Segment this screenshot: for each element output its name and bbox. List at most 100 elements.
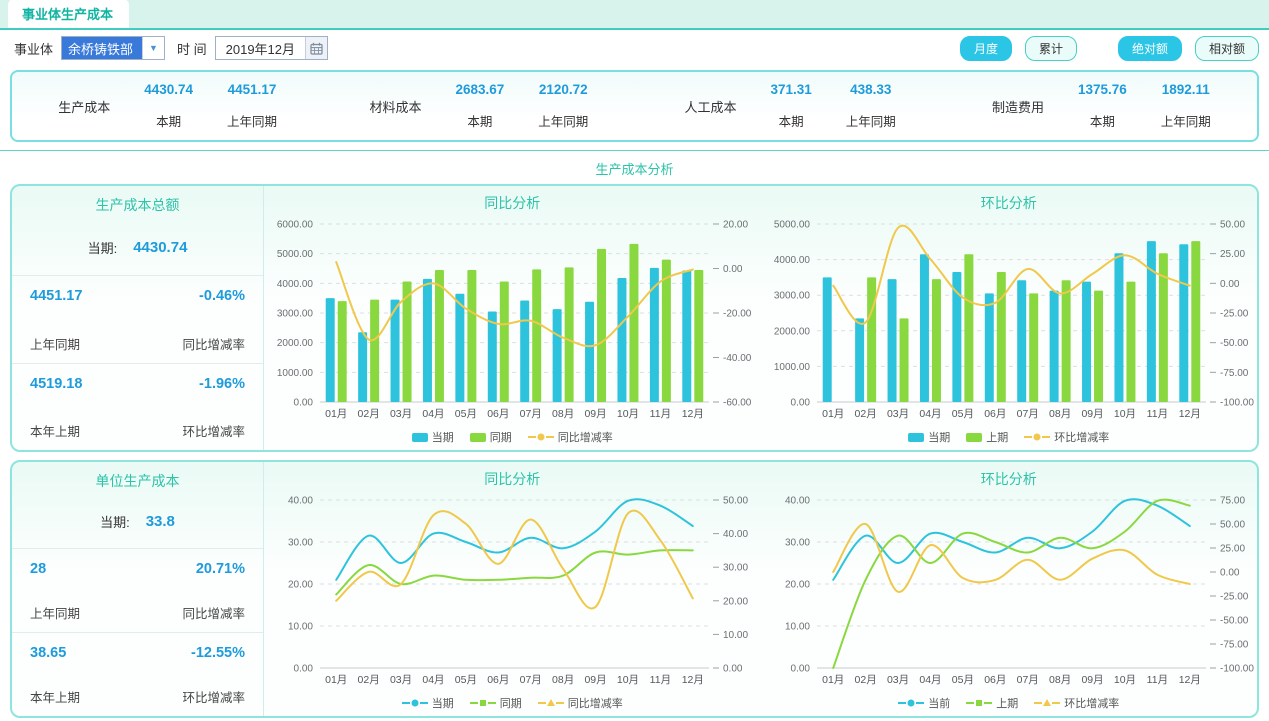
svg-text:20.00: 20.00 xyxy=(784,580,809,591)
svg-text:5000.00: 5000.00 xyxy=(277,249,314,260)
legend-item[interactable]: 同期 xyxy=(470,429,512,445)
svg-text:04月: 04月 xyxy=(919,674,941,686)
svg-text:08月: 08月 xyxy=(552,674,574,686)
unit-cost-card: 单位生产成本 当期: 33.8 28上年同期 20.71%同比增减率 38.65… xyxy=(12,462,264,716)
svg-text:0.00: 0.00 xyxy=(294,398,314,409)
legend-item[interactable]: 环比增减率 xyxy=(1024,429,1109,445)
business-unit-select[interactable]: 余桥铸铁部 ▼ xyxy=(61,36,165,60)
business-unit-label: 事业体 xyxy=(14,39,53,58)
current-period-value: 4430.74 xyxy=(133,239,187,256)
metric-current-value: 1375.76 xyxy=(1078,82,1127,97)
svg-text:02月: 02月 xyxy=(854,674,876,686)
svg-text:-50.00: -50.00 xyxy=(1220,616,1249,627)
svg-text:3000.00: 3000.00 xyxy=(277,309,314,320)
yoy-rate-label: 同比增减率 xyxy=(182,334,245,353)
svg-text:08月: 08月 xyxy=(552,408,574,420)
legend-line-swatch xyxy=(1024,432,1050,442)
legend-item[interactable]: 环比增减率 xyxy=(1034,695,1119,711)
current-period-value: 33.8 xyxy=(146,513,175,530)
svg-text:07月: 07月 xyxy=(1016,408,1038,420)
total-production-cost-panel: 生产成本总额 当期: 4430.74 4451.17上年同期 -0.46%同比增… xyxy=(10,184,1259,452)
svg-text:12月: 12月 xyxy=(682,408,704,420)
legend-label: 上期 xyxy=(986,429,1008,445)
mom-rate-label: 环比增减率 xyxy=(182,421,245,440)
svg-text:11月: 11月 xyxy=(650,674,671,686)
chevron-down-icon[interactable]: ▼ xyxy=(142,37,164,59)
tab-business-production-cost[interactable]: 事业体生产成本 xyxy=(8,0,129,28)
legend-item[interactable]: 同比增减率 xyxy=(528,429,613,445)
mom-bar-chart-plot: 0.001000.002000.003000.004000.005000.00-… xyxy=(761,212,1258,429)
svg-text:20.00: 20.00 xyxy=(723,220,748,231)
legend-item[interactable]: 当前 xyxy=(898,695,950,711)
prior-period-value: 38.65 xyxy=(30,645,80,661)
yoy-rate-value: 20.71% xyxy=(182,561,245,577)
svg-text:50.00: 50.00 xyxy=(1220,220,1245,231)
time-picker[interactable]: 2019年12月 xyxy=(215,36,328,60)
legend-item[interactable]: 上期 xyxy=(966,695,1018,711)
svg-text:10月: 10月 xyxy=(617,674,639,686)
legend-line-swatch xyxy=(470,698,496,708)
svg-text:25.00: 25.00 xyxy=(1220,249,1245,260)
prior-year-value: 28 xyxy=(30,561,80,577)
svg-text:06月: 06月 xyxy=(984,408,1006,420)
legend-item[interactable]: 同期 xyxy=(470,695,522,711)
legend-item[interactable]: 当期 xyxy=(908,429,950,445)
metric-current-value: 4430.74 xyxy=(144,82,193,97)
summary-manufacturing-overhead: 制造费用 1375.76本期 1892.11上年同期 xyxy=(946,82,1257,130)
svg-text:03月: 03月 xyxy=(886,674,908,686)
current-period-label: 当期: xyxy=(100,512,130,531)
calendar-icon[interactable] xyxy=(305,37,327,59)
svg-text:06月: 06月 xyxy=(487,674,509,686)
prior-year-label: 上年同期 xyxy=(30,603,80,622)
metric-name: 制造费用 xyxy=(992,97,1044,116)
svg-text:02月: 02月 xyxy=(358,408,380,420)
chart-title: 环比分析 xyxy=(761,186,1258,212)
cumulative-button[interactable]: 累计 xyxy=(1025,36,1077,61)
prior-period-label: 本年上期 xyxy=(30,421,82,440)
svg-text:01月: 01月 xyxy=(325,408,347,420)
chart-title: 同比分析 xyxy=(264,186,761,212)
svg-text:20.00: 20.00 xyxy=(723,596,748,607)
svg-text:05月: 05月 xyxy=(951,674,973,686)
legend-item[interactable]: 同比增减率 xyxy=(538,695,623,711)
svg-text:-75.00: -75.00 xyxy=(1220,368,1249,379)
legend-item[interactable]: 上期 xyxy=(966,429,1008,445)
legend-label: 环比增减率 xyxy=(1064,695,1119,711)
mom-chart-legend: 当期 上期 环比增减率 xyxy=(761,429,1258,450)
relative-amount-button[interactable]: 相对额 xyxy=(1195,36,1259,61)
legend-label: 当期 xyxy=(432,695,454,711)
prior-year-value: 4451.17 xyxy=(30,288,82,304)
metric-prior-value: 2120.72 xyxy=(538,82,588,97)
svg-text:08月: 08月 xyxy=(1049,674,1071,686)
legend-item[interactable]: 当期 xyxy=(402,695,454,711)
metric-prior-label: 上年同期 xyxy=(1161,111,1211,130)
svg-text:03月: 03月 xyxy=(390,408,412,420)
svg-text:0.00: 0.00 xyxy=(1220,568,1240,579)
svg-text:04月: 04月 xyxy=(422,674,444,686)
time-label: 时 间 xyxy=(177,39,207,58)
yoy-analysis-chart: 同比分析 0.0010.0020.0030.0040.000.0010.0020… xyxy=(264,462,761,716)
metric-prior-value: 1892.11 xyxy=(1161,82,1211,97)
section-title: 生产成本分析 xyxy=(0,151,1269,184)
svg-text:10月: 10月 xyxy=(1113,408,1135,420)
legend-label: 环比增减率 xyxy=(1054,429,1109,445)
legend-label: 同比增减率 xyxy=(558,429,613,445)
monthly-button[interactable]: 月度 xyxy=(960,36,1012,61)
svg-text:05月: 05月 xyxy=(455,408,477,420)
mom-rate-value: -12.55% xyxy=(182,645,245,661)
legend-item[interactable]: 当期 xyxy=(412,429,454,445)
svg-text:-25.00: -25.00 xyxy=(1220,592,1249,603)
absolute-amount-button[interactable]: 绝对额 xyxy=(1118,36,1182,61)
metric-name: 材料成本 xyxy=(369,97,421,116)
metric-name: 生产成本 xyxy=(58,97,110,116)
svg-text:30.00: 30.00 xyxy=(288,538,313,549)
svg-text:06月: 06月 xyxy=(487,408,509,420)
legend-bar-swatch xyxy=(470,433,486,442)
mom-line-chart-plot: 0.0010.0020.0030.0040.00-100.00-75.00-50… xyxy=(761,488,1258,695)
svg-text:3000.00: 3000.00 xyxy=(773,291,810,302)
svg-text:0.00: 0.00 xyxy=(790,664,810,675)
yoy-rate-label: 同比增减率 xyxy=(182,603,245,622)
filter-bar: 事业体 余桥铸铁部 ▼ 时 间 2019年12月 月度 累计 绝对额 相对额 xyxy=(0,30,1269,66)
svg-text:-100.00: -100.00 xyxy=(1220,398,1254,409)
yoy-chart-legend: 当期同期同比增减率 xyxy=(264,695,761,716)
